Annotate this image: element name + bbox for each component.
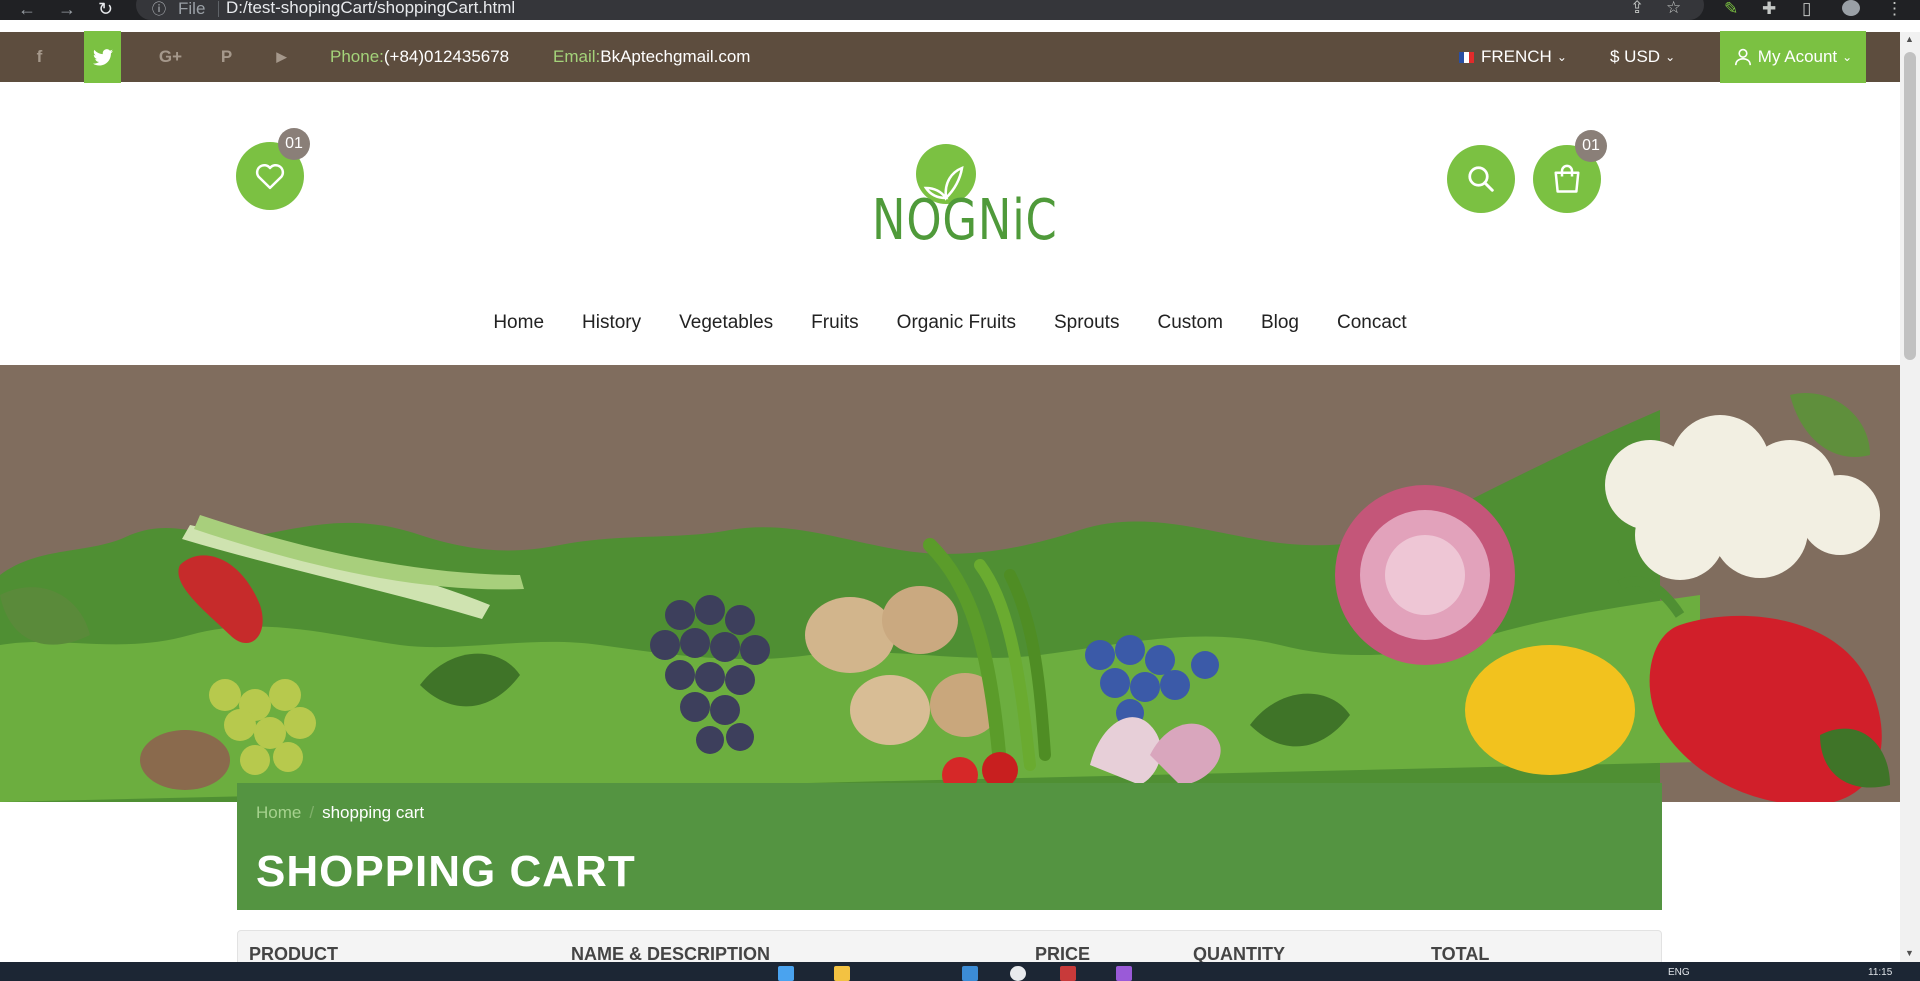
- chevron-down-icon: ⌄: [1556, 50, 1567, 64]
- youtube-icon[interactable]: ▶: [263, 32, 300, 82]
- nav-fruits[interactable]: Fruits: [811, 312, 859, 334]
- address-divider: [218, 1, 219, 17]
- pinterest-icon[interactable]: P: [208, 32, 245, 82]
- page-title: SHOPPING CART: [256, 847, 636, 896]
- email-address: BkAptechgmail.com: [600, 47, 751, 66]
- phone-label: Phone:: [330, 47, 384, 66]
- language-label: FRENCH: [1481, 47, 1552, 66]
- nav-sprouts[interactable]: Sprouts: [1054, 312, 1119, 334]
- email-label: Email:: [553, 47, 601, 66]
- main-navigation: Home History Vegetables Fruits Organic F…: [0, 312, 1900, 334]
- scroll-down-icon[interactable]: ▼: [1905, 948, 1914, 958]
- vegetables-banner-image: [0, 393, 1890, 802]
- chevron-down-icon: ⌄: [1665, 50, 1676, 64]
- cart-header: Home / shopping cart SHOPPING CART: [237, 783, 1662, 910]
- chrome-icon[interactable]: [1010, 966, 1026, 981]
- nav-custom[interactable]: Custom: [1157, 312, 1222, 334]
- puzzle-icon[interactable]: ✚: [1762, 0, 1776, 17]
- nav-blog[interactable]: Blog: [1261, 312, 1299, 334]
- app-icon[interactable]: [1060, 966, 1076, 981]
- facebook-icon[interactable]: f: [21, 32, 58, 82]
- hero-banner: [0, 365, 1900, 802]
- phone-number: (+84)012435678: [383, 47, 510, 66]
- sidebar-icon[interactable]: ▯: [1802, 0, 1811, 17]
- clock[interactable]: 11:15: [1868, 967, 1892, 978]
- pen-icon[interactable]: ✎: [1724, 0, 1738, 17]
- cart-count-badge: 01: [1575, 130, 1607, 162]
- breadcrumb: Home / shopping cart: [256, 803, 424, 823]
- page-scrollbar[interactable]: ▲ ▼: [1900, 32, 1920, 962]
- star-icon[interactable]: ☆: [1666, 0, 1681, 16]
- google-plus-icon[interactable]: G+: [152, 32, 189, 82]
- profile-icon[interactable]: [1842, 0, 1860, 16]
- menu-dots-icon[interactable]: ⋮: [1886, 0, 1903, 17]
- scroll-thumb[interactable]: [1904, 52, 1916, 360]
- currency-dropdown[interactable]: $ USD ⌄: [1610, 47, 1675, 67]
- os-taskbar: ENG 11:15: [0, 962, 1920, 981]
- search-icon: [1468, 166, 1494, 192]
- breadcrumb-home[interactable]: Home: [256, 803, 301, 822]
- logo-text: NOGNiC: [872, 188, 1058, 253]
- heart-icon: [255, 163, 285, 190]
- wishlist-count-badge: 01: [278, 128, 310, 160]
- share-icon[interactable]: ⇪: [1630, 0, 1644, 16]
- app-icon[interactable]: [1116, 966, 1132, 981]
- breadcrumb-separator: /: [309, 803, 315, 822]
- address-bar[interactable]: ⓘ File D:/test-shopingCart/shoppingCart.…: [136, 0, 1704, 20]
- nav-home[interactable]: Home: [493, 312, 544, 334]
- nav-history[interactable]: History: [582, 312, 641, 334]
- address-file-label: File: [178, 0, 206, 18]
- forward-arrow-icon[interactable]: →: [58, 0, 76, 18]
- email-info: Email:BkAptechgmail.com: [553, 47, 750, 67]
- twitter-icon[interactable]: [84, 31, 121, 83]
- back-arrow-icon[interactable]: ←: [18, 0, 36, 18]
- windows-start-icon[interactable]: [778, 966, 794, 981]
- french-flag-icon: [1459, 51, 1474, 63]
- chevron-down-icon: ⌄: [1842, 50, 1853, 64]
- breadcrumb-current: shopping cart: [322, 803, 425, 822]
- my-account-label: My Acount: [1757, 47, 1838, 66]
- shopping-bag-icon: [1554, 164, 1580, 193]
- top-bar: f G+ P ▶ Phone:(+84)012435678 Email:BkAp…: [0, 31, 1900, 83]
- language-indicator[interactable]: ENG: [1668, 967, 1690, 978]
- file-explorer-icon[interactable]: [834, 966, 850, 981]
- nav-organic-fruits[interactable]: Organic Fruits: [897, 312, 1016, 334]
- language-dropdown[interactable]: FRENCH ⌄: [1459, 47, 1567, 67]
- scroll-up-icon[interactable]: ▲: [1905, 34, 1914, 44]
- site-logo[interactable]: NOGNiC: [866, 140, 1057, 270]
- nav-contact[interactable]: Concact: [1337, 312, 1407, 334]
- browser-toolbar: ← → ↻ ⓘ File D:/test-shopingCart/shoppin…: [0, 0, 1920, 20]
- info-icon[interactable]: ⓘ: [152, 0, 166, 18]
- search-button[interactable]: [1447, 145, 1515, 213]
- currency-label: $ USD: [1610, 47, 1661, 66]
- phone-info: Phone:(+84)012435678: [330, 47, 509, 67]
- my-account-button[interactable]: My Acount ⌄: [1720, 31, 1866, 83]
- user-icon: [1734, 48, 1751, 66]
- url-text[interactable]: D:/test-shopingCart/shoppingCart.html: [226, 0, 515, 17]
- nav-vegetables[interactable]: Vegetables: [679, 312, 773, 334]
- reload-icon[interactable]: ↻: [98, 0, 113, 18]
- app-icon[interactable]: [962, 966, 978, 981]
